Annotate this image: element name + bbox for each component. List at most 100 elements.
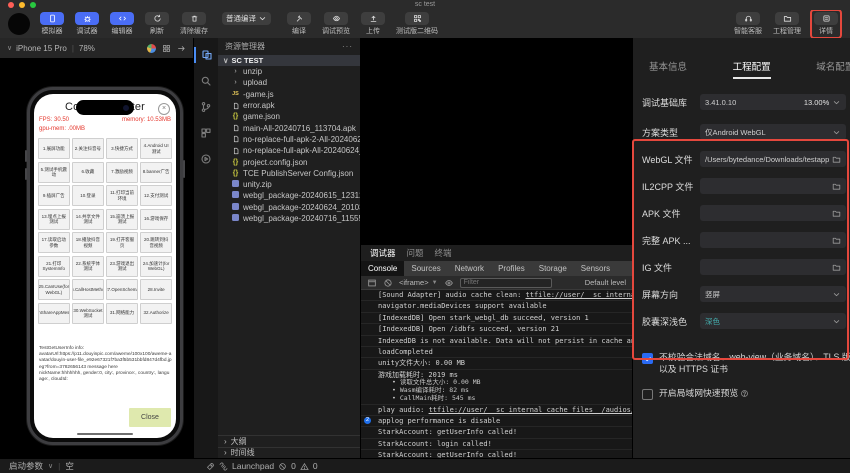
test-button[interactable]: 2.关注抖音号: [72, 138, 104, 159]
explorer-item[interactable]: {} game.json: [218, 111, 360, 122]
panel-tab[interactable]: 终端: [435, 247, 452, 259]
test-button[interactable]: 21.打印SystemInfo: [38, 255, 70, 277]
frame-icon[interactable]: [367, 278, 377, 288]
checkbox-icon[interactable]: [642, 388, 653, 400]
explorer-item[interactable]: webgl_package-20240624_201033...: [218, 202, 360, 213]
arrow-right-icon[interactable]: [177, 44, 186, 53]
devtools-tab-storage[interactable]: Storage: [532, 261, 574, 276]
field-input-debug-base-lib[interactable]: 3.41.0.10 13.00%: [700, 94, 847, 110]
test-button[interactable]: 30.WebSocket测试: [72, 302, 104, 324]
explorer-item[interactable]: unity.zip: [218, 179, 360, 190]
toolbar-button-smart-service[interactable]: 智能客服: [734, 12, 762, 36]
close-button[interactable]: Close: [129, 408, 171, 427]
timeline-section[interactable]: › 时间线: [218, 446, 360, 459]
test-button[interactable]: 8.banner广告: [140, 161, 172, 183]
activity-source-control[interactable]: [194, 99, 219, 115]
toolbar-button-compile-mode[interactable]: 普通编译: [222, 12, 271, 25]
devtools-tab-console[interactable]: Console: [361, 261, 405, 276]
filter-input[interactable]: [459, 277, 552, 288]
log-level-select[interactable]: Default level: [585, 278, 626, 287]
test-button[interactable]: 29.OnShareAppMessage: [38, 302, 70, 324]
explorer-item[interactable]: no-replace-full-apk-2-All-20240624...: [218, 134, 360, 145]
test-button[interactable]: 1.展屏功能: [38, 138, 70, 159]
test-button[interactable]: 9.插屏广告: [38, 185, 70, 206]
checkbox-icon[interactable]: [642, 353, 653, 364]
eye-icon[interactable]: [444, 278, 454, 288]
test-button[interactable]: 15.崩溃上报测试: [106, 208, 138, 230]
clear-console-icon[interactable]: [383, 278, 393, 288]
test-button[interactable]: 24.加速计(for WebGL): [140, 255, 172, 277]
field-input-apk-file[interactable]: [700, 205, 847, 221]
test-button[interactable]: 5.测试手机震动: [38, 161, 70, 183]
test-button[interactable]: 22.系统字体测试: [72, 255, 104, 277]
toolbar-button-refresh[interactable]: 刷新: [145, 12, 169, 36]
explorer-root[interactable]: ∨ SC TEST: [218, 55, 360, 66]
avatar[interactable]: [8, 13, 30, 35]
explorer-item[interactable]: JS -game.js: [218, 89, 360, 100]
test-button[interactable]: 16.游戏保存: [140, 208, 172, 230]
toolbar-button-test-qrcode[interactable]: 测试版二维码: [396, 12, 438, 36]
toolbar-button-debug-preview[interactable]: 调试预览: [322, 12, 350, 36]
detail-tab[interactable]: 工程配置: [732, 59, 771, 79]
outline-section[interactable]: › 大纲: [218, 435, 360, 447]
devtools-tab-profiles[interactable]: Profiles: [491, 261, 532, 276]
test-button[interactable]: 11.打印当前环境: [106, 185, 138, 206]
toolbar-button-debugger[interactable]: 调试器: [75, 12, 99, 36]
explorer-item[interactable]: {} TCE PublishServer Config.json: [218, 168, 360, 179]
field-input-il2cpp-file[interactable]: [700, 178, 847, 194]
activity-search[interactable]: [194, 73, 219, 89]
device-chevron-icon[interactable]: ∨: [7, 44, 12, 52]
test-button[interactable]: 3.快捷方式: [106, 138, 138, 159]
device-name[interactable]: iPhone 15 Pro: [16, 44, 67, 53]
checkbox-row[interactable]: 开启局域网快速预览: [642, 388, 850, 400]
field-input-scheme-type[interactable]: 仅Android WebGL: [700, 124, 847, 140]
test-button[interactable]: 25.CanIUse(for WebGL): [38, 279, 70, 300]
test-button[interactable]: 14.共享文件测试: [72, 208, 104, 230]
test-button[interactable]: 17.读取启动参数: [38, 232, 70, 253]
test-button[interactable]: 6.收藏: [72, 161, 104, 183]
toolbar-button-clear-cache[interactable]: 清除缓存: [180, 12, 208, 36]
explorer-item[interactable]: › unzip: [218, 66, 360, 77]
test-button[interactable]: 27.OpenSchema: [106, 279, 138, 300]
test-button[interactable]: 7.激励视频: [106, 161, 138, 183]
maximize-window-button[interactable]: [30, 2, 36, 8]
launchpad-status[interactable]: Launchpad 0 0: [193, 461, 318, 471]
devtools-tab-sources[interactable]: Sources: [404, 261, 447, 276]
test-button[interactable]: 12.支付测试: [140, 185, 172, 206]
toolbar-button-upload[interactable]: 上传: [361, 12, 385, 36]
field-input-webgl-file[interactable]: /Users/bytedance/Downloads/testapp: [700, 151, 847, 167]
toolbar-button-project-manage[interactable]: 工程管理: [773, 12, 801, 36]
test-button[interactable]: 19.打开客服页: [106, 232, 138, 253]
explorer-item[interactable]: error.apk: [218, 100, 360, 111]
activity-explorer[interactable]: [193, 47, 219, 63]
test-button[interactable]: 10.登录: [72, 185, 104, 206]
test-button[interactable]: 26.CallHostMethod: [72, 279, 104, 300]
activity-extensions[interactable]: [194, 125, 219, 141]
launch-params[interactable]: 启动参数 ∨ | 空: [0, 460, 193, 472]
test-button[interactable]: 31.网络能力: [106, 302, 138, 324]
zoom-level[interactable]: 78%: [79, 44, 95, 53]
close-icon[interactable]: ×: [158, 103, 170, 115]
devtools-tab-network[interactable]: Network: [448, 261, 491, 276]
explorer-item[interactable]: no-replace-full-apk-All-20240624_2...: [218, 145, 360, 156]
log-link[interactable]: ttfile://user/__sc_internal_cache_files_…: [526, 291, 632, 299]
explorer-item[interactable]: › upload: [218, 77, 360, 88]
detail-tab[interactable]: 基本信息: [649, 59, 687, 79]
close-window-button[interactable]: [8, 2, 14, 8]
toolbar-button-compile[interactable]: 编译: [287, 12, 311, 36]
detail-tab[interactable]: 域名配置: [816, 59, 850, 79]
activity-run-debug[interactable]: [194, 151, 219, 167]
test-button[interactable]: 18.播放抖音视频: [72, 232, 104, 253]
test-button[interactable]: 28.Invite: [140, 279, 172, 300]
toolbar-button-details[interactable]: 详情: [814, 12, 838, 36]
minimize-window-button[interactable]: [19, 2, 25, 8]
log-link[interactable]: ttfile://user/__sc_internal_cache_files_…: [429, 406, 632, 414]
test-button[interactable]: 4.Android UI测试: [140, 138, 172, 159]
panel-tab[interactable]: 调试器: [370, 247, 396, 259]
field-input-screen-orientation[interactable]: 竖屏: [700, 286, 847, 302]
explorer-item[interactable]: webgl_package-20240615_123123.zip: [218, 190, 360, 201]
test-button[interactable]: 32.Authorize: [140, 302, 172, 324]
toolbar-button-simulator[interactable]: 模拟器: [40, 12, 64, 36]
panel-tab[interactable]: 问题: [407, 247, 424, 259]
test-button[interactable]: 13.埋点上报测试: [38, 208, 70, 230]
